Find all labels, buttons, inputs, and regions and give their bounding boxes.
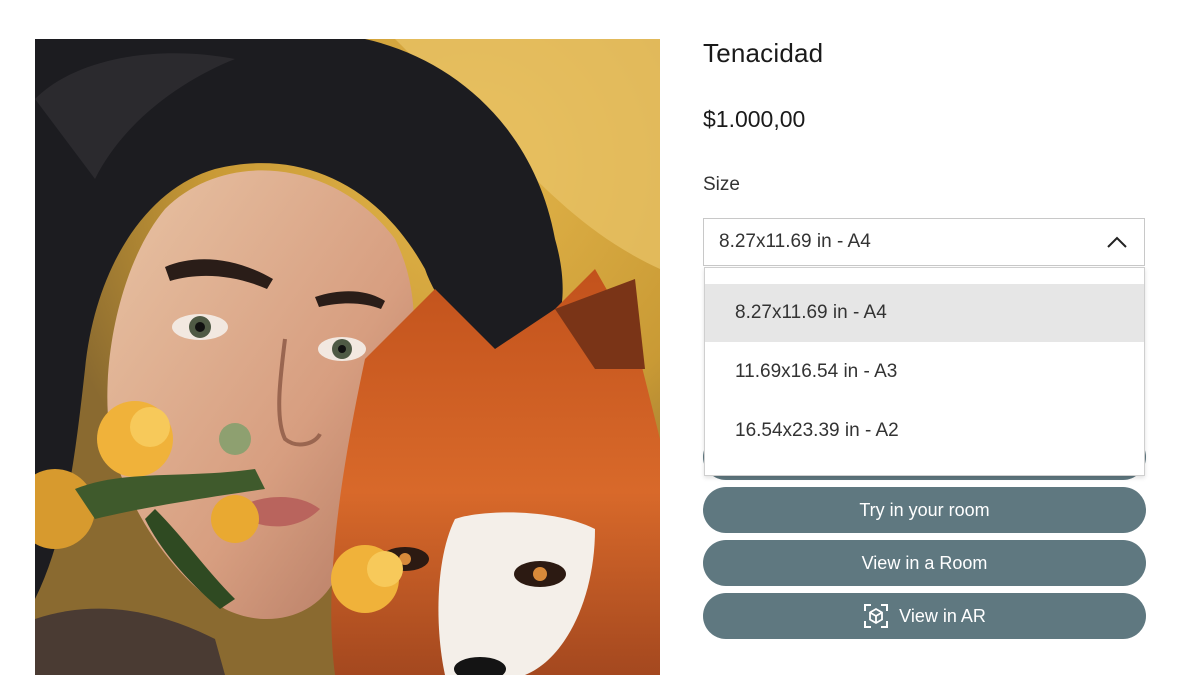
size-select-value: 8.27x11.69 in - A4 — [719, 231, 871, 252]
size-option-label: 16.54x23.39 in - A2 — [735, 420, 899, 441]
size-dropdown-list: 8.27x11.69 in - A4 11.69x16.54 in - A3 1… — [704, 267, 1145, 476]
size-label: Size — [703, 174, 740, 195]
view-in-ar-button[interactable]: View in AR — [703, 593, 1146, 639]
product-price: $1.000,00 — [703, 106, 806, 132]
size-option-label: 11.69x16.54 in - A3 — [735, 361, 898, 382]
size-option-label: 8.27x11.69 in - A4 — [735, 302, 887, 323]
size-option-a4[interactable]: 8.27x11.69 in - A4 — [705, 284, 1144, 342]
size-option-a3[interactable]: 11.69x16.54 in - A3 — [705, 343, 1144, 401]
product-image[interactable] — [35, 39, 660, 675]
size-select[interactable]: 8.27x11.69 in - A4 — [703, 218, 1145, 266]
chevron-up-icon — [1107, 236, 1127, 248]
size-option-a2[interactable]: 16.54x23.39 in - A2 — [705, 402, 1144, 460]
ar-cube-icon — [864, 604, 889, 628]
view-in-room-label: View in a Room — [861, 552, 988, 573]
view-in-room-button[interactable]: View in a Room — [703, 540, 1146, 586]
view-in-ar-label: View in AR — [899, 605, 986, 626]
try-in-room-label: Try in your room — [859, 499, 990, 520]
painting-woman-fox — [35, 39, 660, 675]
product-title: Tenacidad — [703, 38, 824, 68]
try-in-room-button[interactable]: Try in your room — [703, 487, 1146, 533]
